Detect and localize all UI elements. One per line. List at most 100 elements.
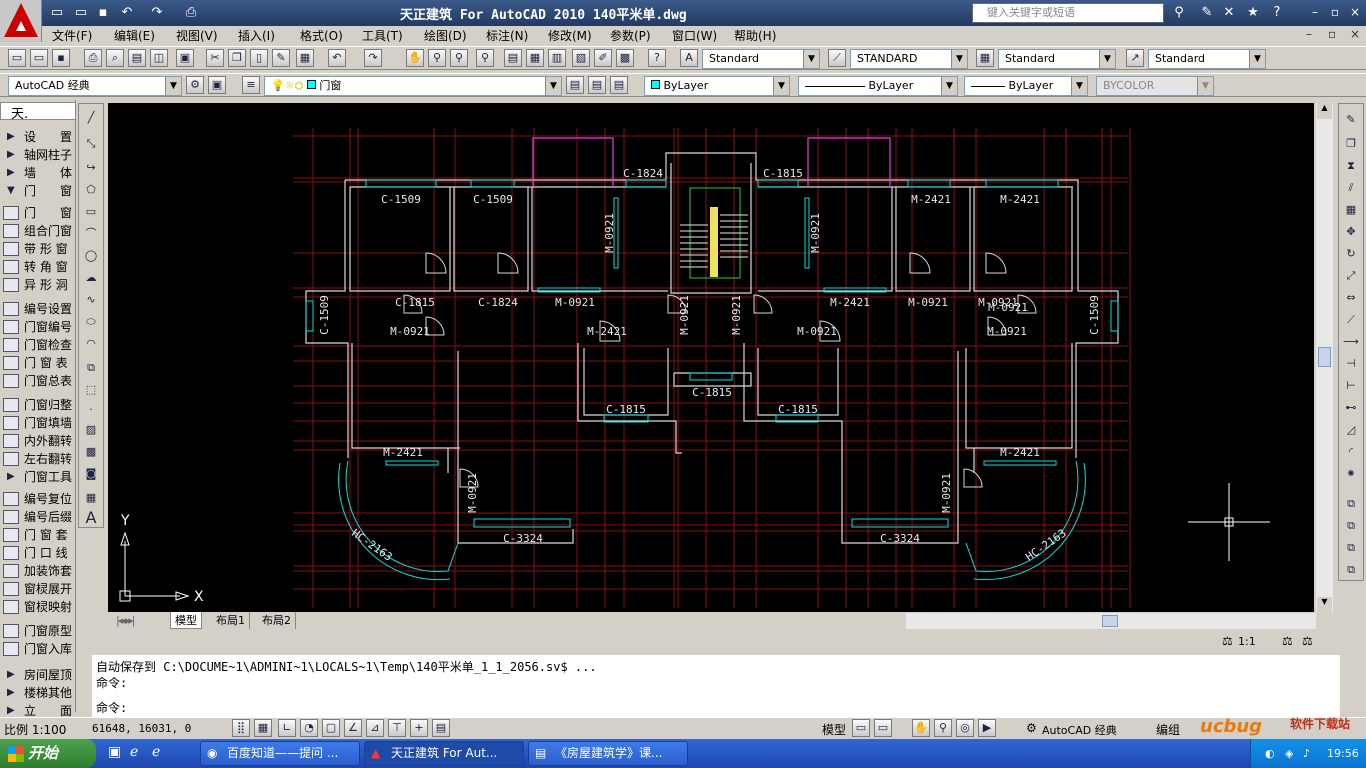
- menu-edit[interactable]: 编辑(E): [114, 27, 155, 44]
- lineweight-select[interactable]: ByLayer ▼: [964, 76, 1088, 96]
- tray-icon[interactable]: ◐: [1265, 739, 1275, 768]
- tianzheng-item[interactable]: 内外翻转: [0, 432, 76, 450]
- pan-icon[interactable]: ✋: [406, 49, 424, 67]
- annotation-scale[interactable]: 1:1: [1238, 635, 1256, 648]
- drawing-scale[interactable]: 比例 1:100: [4, 721, 66, 738]
- help-search-input[interactable]: 键入关键字或短语: [972, 3, 1164, 23]
- tianzheng-item[interactable]: 异 形 洞: [0, 276, 76, 294]
- draworder-icon[interactable]: ⧉: [1342, 496, 1360, 514]
- construction-line-icon[interactable]: ⤡: [82, 136, 100, 154]
- undo-toolbar-icon[interactable]: ↶: [328, 49, 346, 67]
- scroll-down-button[interactable]: ▼: [1317, 597, 1332, 613]
- table-icon[interactable]: ▦: [82, 490, 100, 508]
- tianzheng-item[interactable]: ▶ 房间屋顶: [0, 666, 76, 684]
- fillet-icon[interactable]: ◜: [1342, 444, 1360, 462]
- tianzheng-item[interactable]: 门 窗: [0, 204, 76, 222]
- menu-help[interactable]: 帮助(H): [734, 27, 776, 44]
- menu-insert[interactable]: 插入(I): [238, 27, 275, 44]
- tianzheng-item[interactable]: ▶ 楼梯其他: [0, 684, 76, 702]
- workspace-switch[interactable]: AutoCAD 经典: [1042, 722, 1117, 738]
- text-style-icon[interactable]: A: [680, 49, 698, 67]
- tianzheng-item[interactable]: 加装饰套: [0, 562, 76, 580]
- tray-shield-icon[interactable]: ◈: [1285, 739, 1293, 768]
- annotation-scale-icon[interactable]: ⚖: [1222, 634, 1233, 648]
- trim-icon[interactable]: ⟋: [1342, 312, 1360, 330]
- workspace-select[interactable]: AutoCAD 经典 ▼: [8, 76, 182, 96]
- redo-icon[interactable]: ↷: [148, 4, 166, 22]
- task-word[interactable]: ▤ 《房屋建筑学》课...: [528, 741, 688, 766]
- tianzheng-item[interactable]: 门窗检查: [0, 336, 76, 354]
- print-icon[interactable]: ⎙: [182, 4, 200, 22]
- menu-format[interactable]: 格式(O): [300, 27, 343, 44]
- text-front-icon[interactable]: ⧉: [1342, 562, 1360, 580]
- match-properties-icon[interactable]: ✎: [272, 49, 290, 67]
- menu-parametric[interactable]: 参数(P): [610, 27, 651, 44]
- doc-minimize-button[interactable]: –: [1306, 27, 1312, 41]
- multiline-text-icon[interactable]: A: [82, 510, 100, 528]
- stretch-icon[interactable]: ⇔: [1342, 290, 1360, 308]
- region-icon[interactable]: ◙: [82, 466, 100, 484]
- cut-icon[interactable]: ✂: [206, 49, 224, 67]
- break-icon[interactable]: ⊢: [1342, 378, 1360, 396]
- sheet-set-icon[interactable]: ▧: [572, 49, 590, 67]
- workspace-settings-icon[interactable]: ⚙: [186, 76, 204, 94]
- autocad-logo[interactable]: [0, 0, 42, 42]
- polyline-icon[interactable]: ↪: [82, 160, 100, 178]
- tab-model[interactable]: 模型: [170, 612, 202, 629]
- grid-display-icon[interactable]: ▦: [254, 719, 272, 737]
- quick-view-drawings-icon[interactable]: ▭: [874, 719, 892, 737]
- explode-icon[interactable]: ✷: [1342, 466, 1360, 484]
- save-toolbar-icon[interactable]: ▪: [52, 49, 70, 67]
- copy-icon[interactable]: ❐: [228, 49, 246, 67]
- tianzheng-item[interactable]: 门 窗 表: [0, 354, 76, 372]
- steering-wheel-icon[interactable]: ◎: [956, 719, 974, 737]
- tianzheng-item[interactable]: 门 窗 套: [0, 526, 76, 544]
- zoom-window-icon[interactable]: ⚲: [450, 49, 468, 67]
- workspace-switch-icon[interactable]: ⚙: [1026, 721, 1037, 735]
- close-button[interactable]: ×: [1346, 5, 1364, 21]
- properties-icon[interactable]: ▤: [504, 49, 522, 67]
- tianzheng-item[interactable]: 门窗编号: [0, 318, 76, 336]
- browser-quicklaunch-icon[interactable]: ℯ: [152, 744, 160, 760]
- showmotion-icon[interactable]: ▶: [978, 719, 996, 737]
- doc-close-button[interactable]: ×: [1350, 27, 1360, 41]
- ellipse-arc-icon[interactable]: ◠: [82, 336, 100, 354]
- design-center-icon[interactable]: ▦: [526, 49, 544, 67]
- dynamic-ucs-icon[interactable]: ⊿: [366, 719, 384, 737]
- layer-previous-icon[interactable]: ▤: [588, 76, 606, 94]
- ellipse-icon[interactable]: ⬭: [82, 314, 100, 332]
- drawing-canvas[interactable]: C-1509 C-1509 C-1824 C-1815 M-2421 M-2421 C-18…: [108, 103, 1314, 612]
- color-select[interactable]: ByLayer ▼: [644, 76, 790, 96]
- dynamic-input-icon[interactable]: ⊤: [388, 719, 406, 737]
- ortho-mode-icon[interactable]: ∟: [278, 719, 296, 737]
- table-style-icon[interactable]: ▦: [976, 49, 994, 67]
- menu-tools[interactable]: 工具(T): [362, 27, 403, 44]
- insert-block-icon[interactable]: ⧉: [82, 360, 100, 378]
- tianzheng-item[interactable]: 左右翻转: [0, 450, 76, 468]
- break-at-point-icon[interactable]: ⊣: [1342, 356, 1360, 374]
- annotation-visibility-icon[interactable]: ⚖: [1282, 634, 1293, 648]
- make-block-icon[interactable]: ⬚: [82, 382, 100, 400]
- table-style-select[interactable]: Standard ▼: [998, 49, 1116, 69]
- task-baidu[interactable]: ◉ 百度知道——提问 ...: [200, 741, 360, 766]
- binoculars-icon[interactable]: ⚲: [1170, 4, 1188, 22]
- communication-icon[interactable]: ✕: [1220, 4, 1238, 22]
- copy-object-icon[interactable]: ❐: [1342, 136, 1360, 154]
- tianzheng-item[interactable]: 编号设置: [0, 300, 76, 318]
- tianzheng-item[interactable]: 转 角 窗: [0, 258, 76, 276]
- help-toolbar-icon[interactable]: ?: [648, 49, 666, 67]
- zoom-status-icon[interactable]: ⚲: [934, 719, 952, 737]
- gradient-icon[interactable]: ▩: [82, 444, 100, 462]
- tianzheng-item[interactable]: 窗棂展开: [0, 580, 76, 598]
- model-space-button[interactable]: 模型: [822, 721, 846, 738]
- horizontal-scroll-thumb[interactable]: [1102, 615, 1118, 627]
- snap-mode-icon[interactable]: ⣿: [232, 719, 250, 737]
- help-icon[interactable]: ?: [1268, 4, 1286, 22]
- menu-file[interactable]: 文件(F): [52, 27, 92, 44]
- rotate-icon[interactable]: ↻: [1342, 246, 1360, 264]
- tab-layout1[interactable]: 布局1: [212, 612, 250, 629]
- maximize-button[interactable]: ▫: [1326, 5, 1344, 21]
- command-line[interactable]: 自动保存到 C:\DOCUME~1\ADMINI~1\LOCALS~1\Temp…: [92, 655, 1340, 717]
- publish-dwf-icon[interactable]: ▣: [176, 49, 194, 67]
- menu-view[interactable]: 视图(V): [176, 27, 218, 44]
